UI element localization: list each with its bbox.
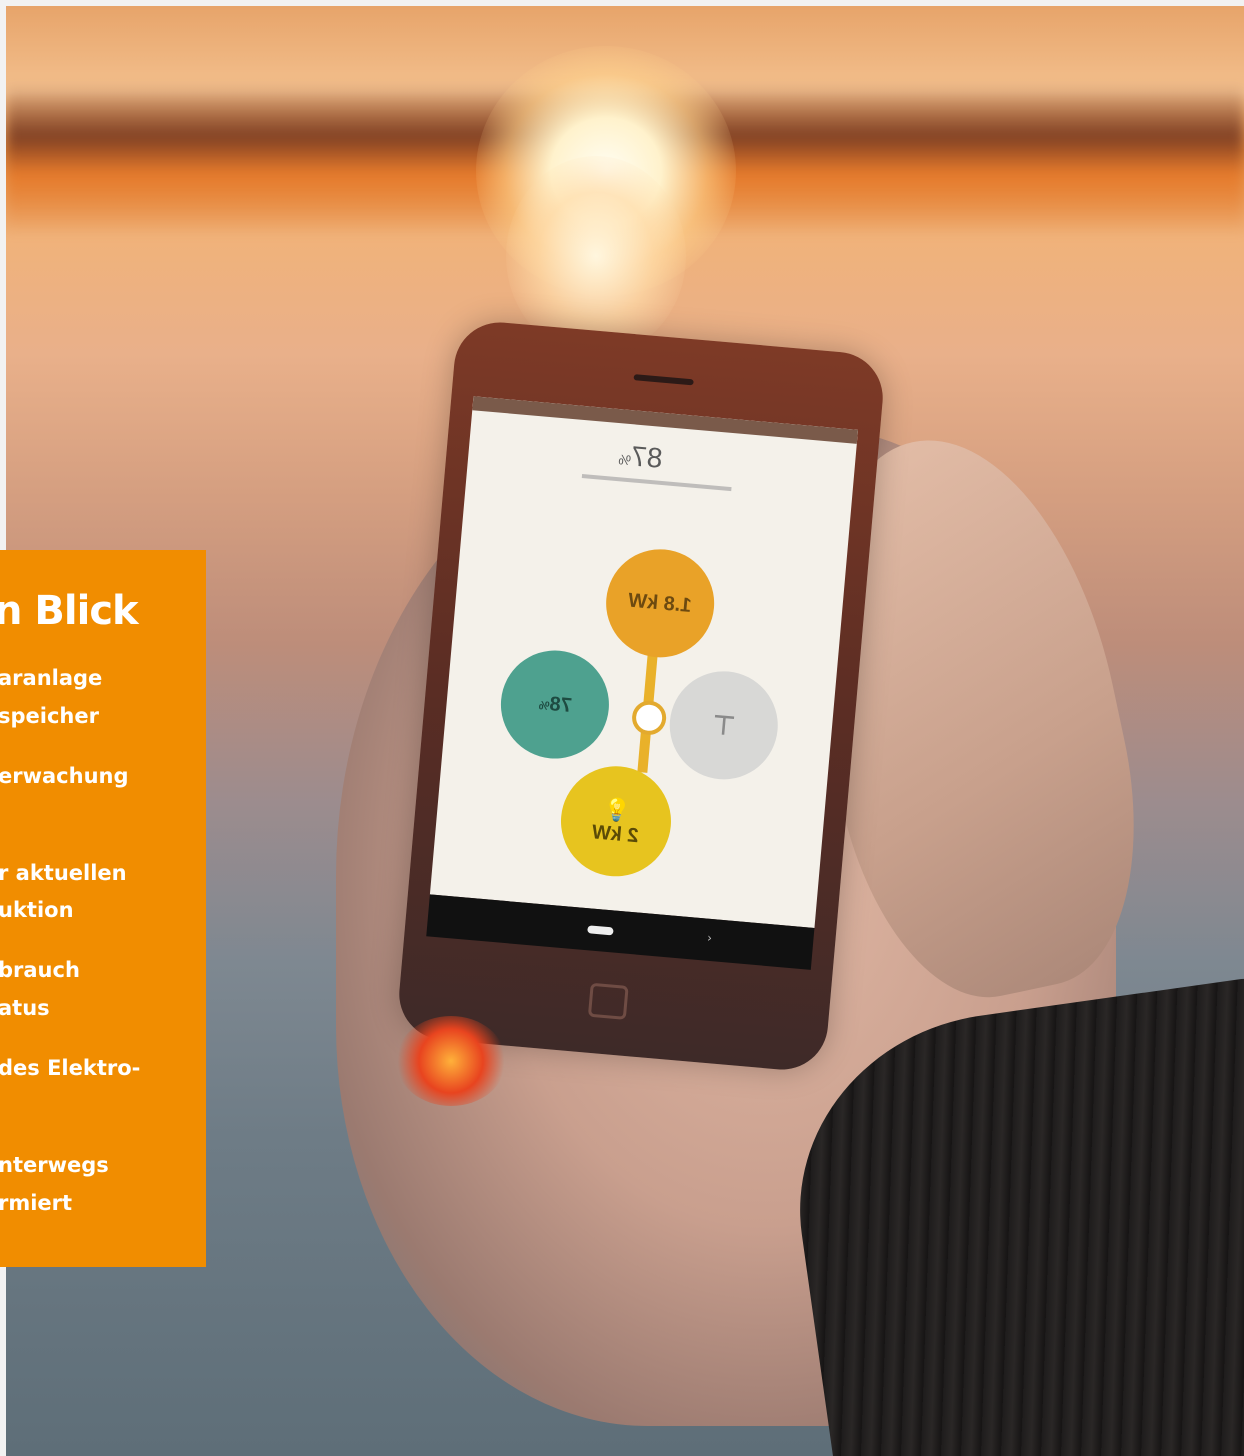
smartphone: 87% 1.8 kW 78% ⊤ 💡 2 kW › [395,318,887,1074]
lightbulb-icon: 💡 [602,795,632,823]
info-line-3: erwachung [0,764,129,788]
info-line-2: speicher [0,704,99,728]
battery-percent: 87% [617,440,664,474]
info-panel: n Blick aranlage speicher erwachung r ak… [0,550,206,1267]
info-heading: n Blick [0,588,139,634]
home-key-icon [587,982,629,1020]
info-line-7: atus [0,996,50,1020]
phone-status-bar [472,396,859,444]
back-chevron-icon[interactable]: › [707,931,713,945]
info-line-10: rmiert [0,1191,73,1215]
info-line-8: des Elektro- [0,1056,141,1080]
info-line-1: aranlage [0,666,103,690]
red-light-glow [396,1016,506,1106]
info-line-5: uktion [0,898,74,922]
battery-node[interactable]: 78% [496,646,614,764]
solar-node[interactable]: 1.8 kW [601,544,719,662]
info-line-6: brauch [0,958,80,982]
grid-node[interactable]: ⊤ [665,666,783,784]
battery-caption [581,474,732,492]
info-line-9: nterwegs [0,1153,109,1177]
info-line-4: r aktuellen [0,861,127,885]
phone-speaker [633,374,694,386]
energy-flow-hub [630,699,668,737]
house-node[interactable]: 💡 2 kW [556,761,676,881]
home-pill-icon[interactable] [587,925,614,936]
phone-screen: 87% 1.8 kW 78% ⊤ 💡 2 kW [429,396,859,928]
power-pole-icon: ⊤ [711,708,737,741]
